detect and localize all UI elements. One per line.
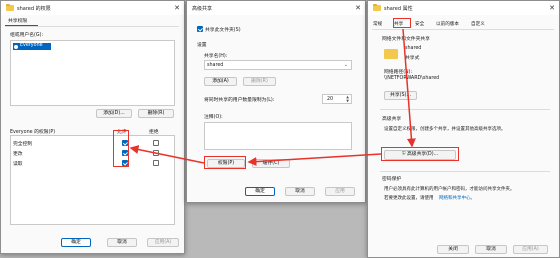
arrow-advanced-to-permissions [247, 153, 382, 167]
arrow-tab-to-advanced [402, 28, 416, 148]
annotation-arrows [129, 28, 416, 167]
arrow-permissions-to-allow [129, 145, 205, 164]
